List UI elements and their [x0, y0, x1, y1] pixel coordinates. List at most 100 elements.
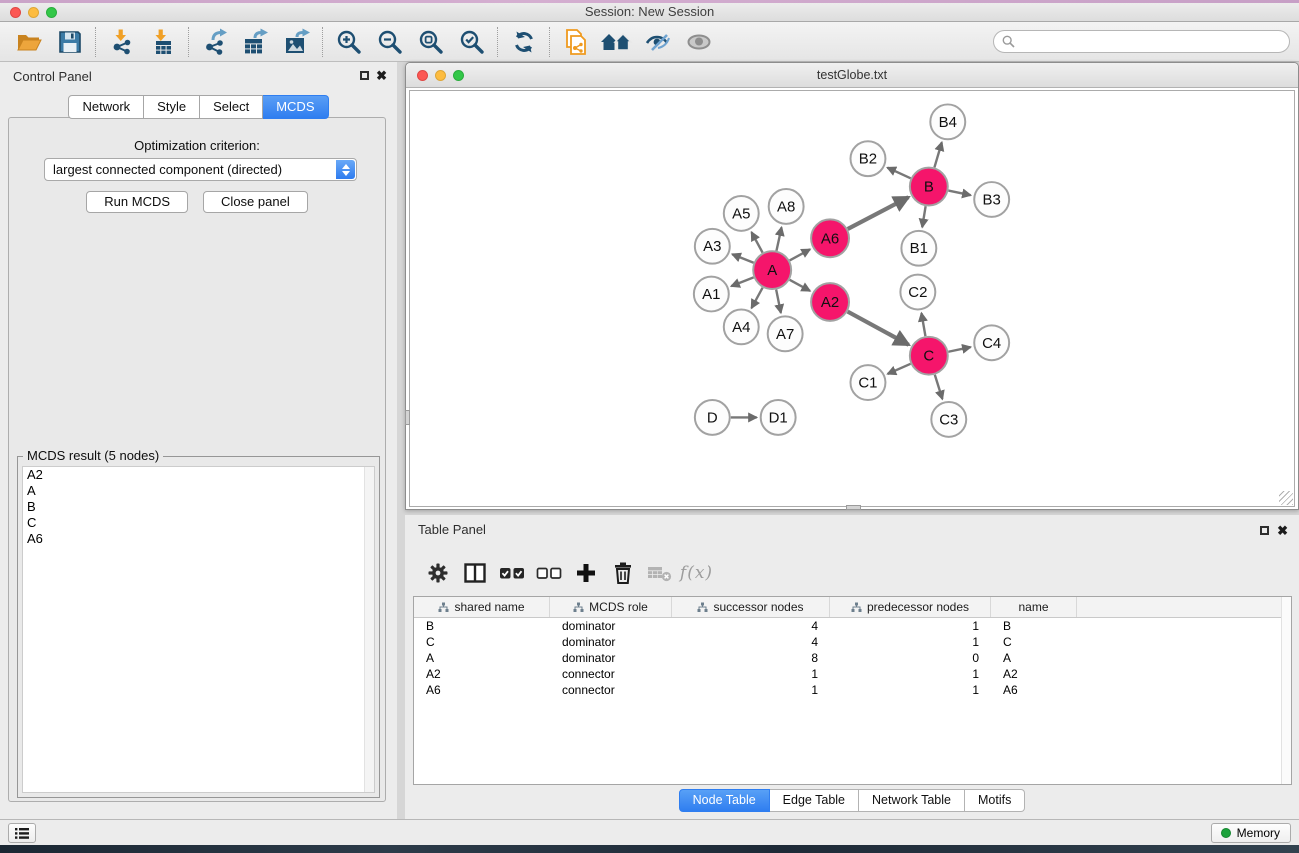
graph-edge-A-A5[interactable]: [752, 232, 763, 252]
column-header-name[interactable]: name: [991, 597, 1077, 617]
graph-edge-A-A2[interactable]: [790, 280, 810, 291]
table-row[interactable]: Bdominator41B: [414, 618, 1291, 634]
graph-node-C4[interactable]: C4: [974, 325, 1009, 360]
graph-edge-B-B2[interactable]: [887, 168, 910, 179]
refresh-button[interactable]: [503, 25, 544, 59]
result-list-scrollbar[interactable]: [364, 467, 374, 792]
memory-button[interactable]: Memory: [1211, 823, 1291, 843]
graph-edge-A2-C[interactable]: [848, 312, 909, 345]
export-table-button[interactable]: [235, 25, 276, 59]
graph-node-C3[interactable]: C3: [931, 402, 966, 437]
graph-edge-B-B3[interactable]: [948, 191, 970, 196]
result-item[interactable]: B: [23, 499, 374, 515]
close-table-panel-icon[interactable]: ✖: [1277, 523, 1288, 539]
close-window-button[interactable]: [10, 7, 21, 18]
export-network-button[interactable]: [194, 25, 235, 59]
column-header-MCDS-role[interactable]: MCDS role: [550, 597, 672, 617]
network-zoom-button[interactable]: [453, 70, 464, 81]
show-all-button[interactable]: [678, 25, 719, 59]
export-image-button[interactable]: [276, 25, 317, 59]
graph-edge-C-C3[interactable]: [935, 375, 943, 399]
table-row[interactable]: Adominator80A: [414, 650, 1291, 666]
column-header-shared-name[interactable]: shared name: [414, 597, 550, 617]
graph-edge-A6-B[interactable]: [848, 197, 909, 229]
graph-node-B[interactable]: B: [910, 168, 948, 206]
tab-network-table[interactable]: Network Table: [859, 789, 965, 812]
network-minimize-button[interactable]: [435, 70, 446, 81]
graph-node-B4[interactable]: B4: [930, 104, 965, 139]
graph-edge-B-B1[interactable]: [922, 206, 925, 227]
column-header-successor-nodes[interactable]: successor nodes: [672, 597, 830, 617]
graph-node-D[interactable]: D: [695, 400, 730, 435]
search-box[interactable]: [993, 30, 1290, 53]
open-session-button[interactable]: [8, 25, 49, 59]
network-canvas[interactable]: B4 B2 B B3 A5 A8A6 B1 A3 A C2 A1 A2 A4 A7 C4 C C1 C3 D D1: [409, 90, 1295, 507]
tab-motifs[interactable]: Motifs: [965, 789, 1025, 812]
graph-edge-C-C2[interactable]: [921, 313, 925, 336]
import-network-button[interactable]: [101, 25, 142, 59]
zoom-in-button[interactable]: [328, 25, 369, 59]
graph-edge-A-A7[interactable]: [776, 290, 781, 313]
graph-node-B2[interactable]: B2: [851, 141, 886, 176]
tab-node-table[interactable]: Node Table: [679, 789, 770, 812]
graph-node-A[interactable]: A: [753, 251, 791, 289]
result-item[interactable]: A: [23, 483, 374, 499]
zoom-selected-button[interactable]: [451, 25, 492, 59]
zoom-fit-button[interactable]: [410, 25, 451, 59]
left-splitter-handle[interactable]: [405, 410, 410, 425]
add-row-button[interactable]: [567, 556, 604, 590]
close-panel-icon[interactable]: ✖: [376, 68, 387, 84]
select-all-rows-button[interactable]: [493, 556, 530, 590]
graph-node-A6[interactable]: A6: [811, 219, 849, 257]
graph-node-A1[interactable]: A1: [694, 277, 729, 312]
zoom-out-button[interactable]: [369, 25, 410, 59]
graph-edge-A-A8[interactable]: [776, 227, 781, 250]
tab-mcds[interactable]: MCDS: [263, 95, 328, 119]
network-window-titlebar[interactable]: testGlobe.txt: [406, 63, 1298, 88]
graph-edge-A-A1[interactable]: [731, 277, 753, 286]
network-close-button[interactable]: [417, 70, 428, 81]
graph-edge-B-B4[interactable]: [934, 142, 941, 167]
hide-selected-button[interactable]: [637, 25, 678, 59]
graph-node-A2[interactable]: A2: [811, 283, 849, 321]
table-scrollbar[interactable]: [1281, 597, 1291, 784]
search-input[interactable]: [1020, 34, 1281, 50]
graph-node-D1[interactable]: D1: [761, 400, 796, 435]
graph-edge-C-C1[interactable]: [888, 364, 911, 374]
canvas-resize-grip-icon[interactable]: [1279, 491, 1293, 505]
column-header-predecessor-nodes[interactable]: predecessor nodes: [830, 597, 991, 617]
result-item[interactable]: A6: [23, 531, 374, 547]
graph-edge-A-A4[interactable]: [752, 288, 763, 308]
graph-node-B3[interactable]: B3: [974, 182, 1009, 217]
run-mcds-button[interactable]: Run MCDS: [86, 191, 188, 213]
zoom-window-button[interactable]: [46, 7, 57, 18]
graph-node-C[interactable]: C: [910, 337, 948, 375]
graph-node-A8[interactable]: A8: [769, 189, 804, 224]
graph-edge-A-A3[interactable]: [732, 254, 753, 263]
tab-select[interactable]: Select: [200, 95, 263, 119]
bottom-splitter-handle[interactable]: [846, 505, 861, 510]
minimize-window-button[interactable]: [28, 7, 39, 18]
graph-node-A3[interactable]: A3: [695, 229, 730, 264]
import-table-button[interactable]: [142, 25, 183, 59]
graph-node-A7[interactable]: A7: [768, 316, 803, 351]
graph-node-A4[interactable]: A4: [724, 309, 759, 344]
save-session-button[interactable]: [49, 25, 90, 59]
copy-network-button[interactable]: [555, 25, 596, 59]
result-item[interactable]: C: [23, 515, 374, 531]
result-item[interactable]: A2: [23, 467, 374, 483]
tab-network[interactable]: Network: [68, 95, 144, 119]
graph-node-C2[interactable]: C2: [900, 275, 935, 310]
float-panel-icon[interactable]: [360, 71, 369, 80]
graph-node-B1[interactable]: B1: [901, 231, 936, 266]
graph-node-C1[interactable]: C1: [851, 365, 886, 400]
first-neighbors-button[interactable]: [596, 25, 637, 59]
table-settings-button[interactable]: [419, 556, 456, 590]
graph-node-A5[interactable]: A5: [724, 196, 759, 231]
toggle-column-panel-button[interactable]: [456, 556, 493, 590]
delete-rows-button[interactable]: [604, 556, 641, 590]
table-row[interactable]: A2connector11A2: [414, 666, 1291, 682]
optimization-criterion-select[interactable]: largest connected component (directed): [44, 158, 357, 181]
table-row[interactable]: A6connector11A6: [414, 682, 1291, 698]
tab-edge-table[interactable]: Edge Table: [770, 789, 859, 812]
